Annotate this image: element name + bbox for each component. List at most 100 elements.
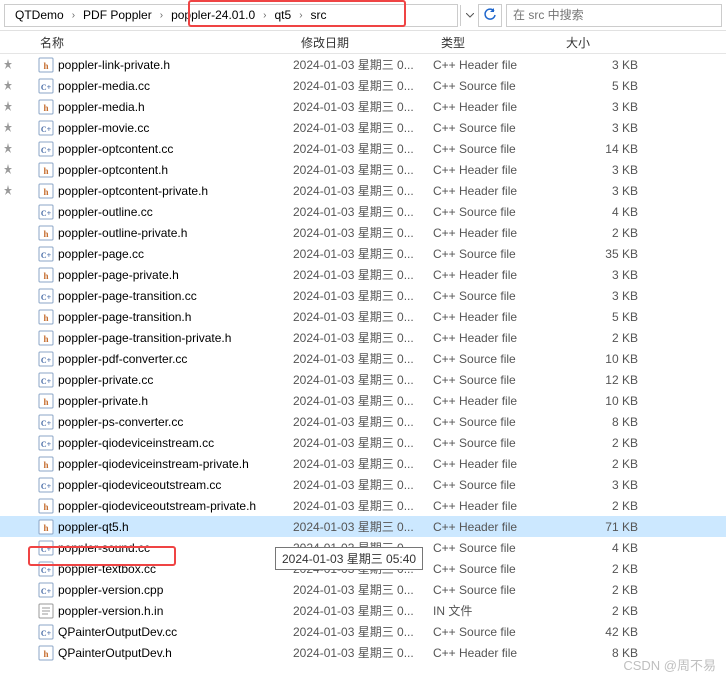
table-row[interactable]: C+poppler-outline.cc2024-01-03 星期三 0...C… — [0, 201, 726, 222]
header-type[interactable]: 类型 — [435, 34, 560, 51]
refresh-icon — [483, 8, 497, 22]
file-size: 3 KB — [558, 100, 638, 114]
file-name: poppler-textbox.cc — [58, 562, 293, 576]
file-size: 10 KB — [558, 352, 638, 366]
pin-icon[interactable] — [3, 164, 13, 174]
table-row[interactable]: C+QPainterOutputDev.cc2024-01-03 星期三 0..… — [0, 621, 726, 642]
file-date: 2024-01-03 星期三 0... — [293, 602, 433, 619]
file-cc-icon: C+ — [38, 246, 54, 262]
table-row[interactable]: C+poppler-page.cc2024-01-03 星期三 0...C++ … — [0, 243, 726, 264]
pin-icon[interactable] — [3, 122, 13, 132]
file-size: 2 KB — [558, 499, 638, 513]
table-row[interactable]: poppler-version.h.in2024-01-03 星期三 0...I… — [0, 600, 726, 621]
file-h-icon: h — [38, 393, 54, 409]
svg-text:h: h — [43, 649, 48, 659]
table-row[interactable]: C+poppler-version.cpp2024-01-03 星期三 0...… — [0, 579, 726, 600]
breadcrumb[interactable]: QTDemo › PDF Poppler › poppler-24.01.0 ›… — [4, 4, 458, 27]
file-name: poppler-qiodeviceoutstream-private.h — [58, 499, 293, 513]
file-type: C++ Source file — [433, 625, 558, 639]
file-type: C++ Header file — [433, 100, 558, 114]
table-row[interactable]: C+poppler-qiodeviceinstream.cc2024-01-03… — [0, 432, 726, 453]
crumb-4[interactable]: src — [305, 5, 333, 26]
file-type: C++ Header file — [433, 646, 558, 660]
file-type: C++ Source file — [433, 289, 558, 303]
table-row[interactable]: hpoppler-page-transition-private.h2024-0… — [0, 327, 726, 348]
file-h-icon: h — [38, 645, 54, 661]
history-dropdown[interactable] — [460, 5, 478, 26]
table-row[interactable]: hQPainterOutputDev.h2024-01-03 星期三 0...C… — [0, 642, 726, 663]
header-name[interactable]: 名称 — [0, 34, 295, 51]
file-type: C++ Header file — [433, 268, 558, 282]
file-h-icon: h — [38, 309, 54, 325]
file-name: poppler-sound.cc — [58, 541, 293, 555]
table-row[interactable]: hpoppler-private.h2024-01-03 星期三 0...C++… — [0, 390, 726, 411]
search-box[interactable] — [506, 4, 722, 27]
file-date: 2024-01-03 星期三 0... — [293, 119, 433, 136]
table-row[interactable]: C+poppler-qiodeviceoutstream.cc2024-01-0… — [0, 474, 726, 495]
file-date: 2024-01-03 星期三 0... — [293, 77, 433, 94]
svg-text:C+: C+ — [41, 629, 52, 638]
file-type: C++ Source file — [433, 142, 558, 156]
table-row[interactable]: C+poppler-pdf-converter.cc2024-01-03 星期三… — [0, 348, 726, 369]
pin-icon[interactable] — [3, 101, 13, 111]
search-input[interactable] — [513, 8, 715, 22]
crumb-3[interactable]: qt5 — [269, 5, 298, 26]
file-type: C++ Source file — [433, 121, 558, 135]
svg-text:C+: C+ — [41, 125, 52, 134]
table-row[interactable]: hpoppler-optcontent.h2024-01-03 星期三 0...… — [0, 159, 726, 180]
file-name: poppler-media.h — [58, 100, 293, 114]
file-size: 35 KB — [558, 247, 638, 261]
header-size[interactable]: 大小 — [560, 34, 660, 51]
table-row[interactable]: C+poppler-optcontent.cc2024-01-03 星期三 0.… — [0, 138, 726, 159]
table-row[interactable]: hpoppler-page-transition.h2024-01-03 星期三… — [0, 306, 726, 327]
table-row[interactable]: hpoppler-outline-private.h2024-01-03 星期三… — [0, 222, 726, 243]
table-row[interactable]: hpoppler-qt5.h2024-01-03 星期三 0...C++ Hea… — [0, 516, 726, 537]
svg-text:h: h — [43, 166, 48, 176]
crumb-2[interactable]: poppler-24.01.0 — [165, 5, 261, 26]
file-date: 2024-01-03 星期三 0... — [293, 56, 433, 73]
file-size: 5 KB — [558, 79, 638, 93]
file-type: C++ Header file — [433, 520, 558, 534]
pin-icon[interactable] — [3, 143, 13, 153]
file-cc-icon: C+ — [38, 561, 54, 577]
watermark: CSDN @周不易 — [623, 655, 716, 674]
file-date: 2024-01-03 星期三 0... — [293, 287, 433, 304]
table-row[interactable]: C+poppler-page-transition.cc2024-01-03 星… — [0, 285, 726, 306]
pin-icon[interactable] — [3, 59, 13, 69]
file-cpp-icon: C+ — [38, 582, 54, 598]
file-type: C++ Source file — [433, 352, 558, 366]
file-size: 42 KB — [558, 625, 638, 639]
table-row[interactable]: hpoppler-optcontent-private.h2024-01-03 … — [0, 180, 726, 201]
file-type: C++ Header file — [433, 457, 558, 471]
file-name: QPainterOutputDev.h — [58, 646, 293, 660]
crumb-1[interactable]: PDF Poppler — [77, 5, 158, 26]
file-cc-icon: C+ — [38, 78, 54, 94]
file-name: poppler-page-private.h — [58, 268, 293, 282]
svg-text:h: h — [43, 229, 48, 239]
table-row[interactable]: hpoppler-media.h2024-01-03 星期三 0...C++ H… — [0, 96, 726, 117]
table-row[interactable]: hpoppler-page-private.h2024-01-03 星期三 0.… — [0, 264, 726, 285]
file-type: C++ Source file — [433, 373, 558, 387]
file-date: 2024-01-03 星期三 0... — [293, 161, 433, 178]
table-row[interactable]: hpoppler-qiodeviceinstream-private.h2024… — [0, 453, 726, 474]
svg-text:C+: C+ — [41, 440, 52, 449]
header-date[interactable]: 修改日期 — [295, 34, 435, 51]
pin-icon[interactable] — [3, 80, 13, 90]
file-cc-icon: C+ — [38, 372, 54, 388]
file-name: poppler-version.cpp — [58, 583, 293, 597]
pin-icon[interactable] — [3, 185, 13, 195]
file-h-icon: h — [38, 267, 54, 283]
svg-text:C+: C+ — [41, 377, 52, 386]
table-row[interactable]: hpoppler-link-private.h2024-01-03 星期三 0.… — [0, 54, 726, 75]
crumb-0[interactable]: QTDemo — [9, 5, 70, 26]
refresh-button[interactable] — [478, 4, 502, 27]
file-h-icon: h — [38, 330, 54, 346]
file-size: 3 KB — [558, 478, 638, 492]
table-row[interactable]: C+poppler-movie.cc2024-01-03 星期三 0...C++… — [0, 117, 726, 138]
table-row[interactable]: hpoppler-qiodeviceoutstream-private.h202… — [0, 495, 726, 516]
file-name: poppler-media.cc — [58, 79, 293, 93]
table-row[interactable]: C+poppler-media.cc2024-01-03 星期三 0...C++… — [0, 75, 726, 96]
table-row[interactable]: C+poppler-ps-converter.cc2024-01-03 星期三 … — [0, 411, 726, 432]
file-date: 2024-01-03 星期三 0... — [293, 518, 433, 535]
table-row[interactable]: C+poppler-private.cc2024-01-03 星期三 0...C… — [0, 369, 726, 390]
